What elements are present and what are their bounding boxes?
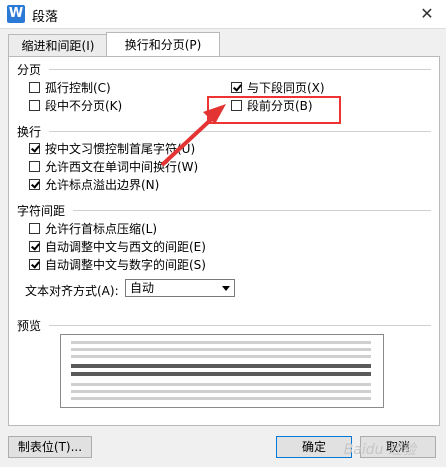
- arrow-shaft: [160, 111, 220, 167]
- ok-button[interactable]: 确定: [276, 436, 352, 458]
- annotation-arrow: [160, 104, 226, 167]
- watermark: Baidu 经验: [343, 442, 416, 458]
- tab-stops-button[interactable]: 制表位(T)...: [8, 436, 92, 458]
